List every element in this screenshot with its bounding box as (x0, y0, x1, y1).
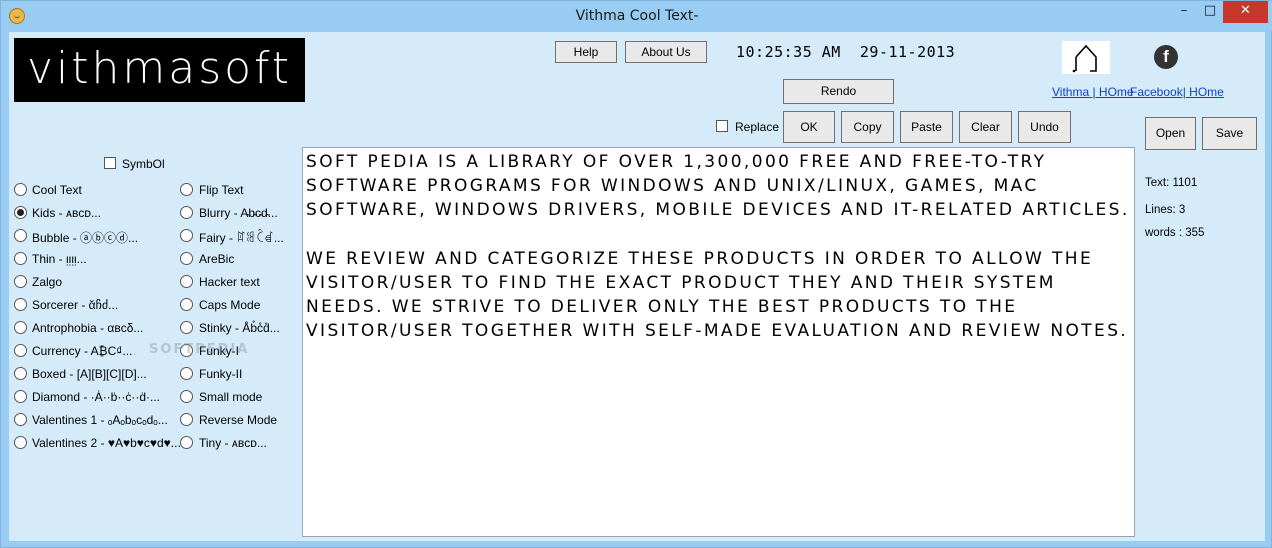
style-label: Stinky - Åb̊c̊d̊... (199, 321, 280, 335)
style-label: Caps Mode (199, 298, 261, 312)
open-button[interactable]: Open (1145, 117, 1196, 150)
style-radio-funky-2[interactable] (180, 367, 193, 380)
open-button-label: Open (1155, 126, 1186, 140)
copy-button-label: Copy (853, 120, 882, 134)
style-label: Fairy - ꍏꌃꉓꀸ... (199, 231, 284, 245)
facebook-icon[interactable]: f (1154, 45, 1178, 69)
style-radio-thin[interactable] (14, 252, 27, 265)
style-radio-valentines-2[interactable] (14, 436, 27, 449)
help-button[interactable]: Help (555, 41, 617, 63)
clock-display: 10:25:35 AM 29-11-2013 (736, 43, 955, 61)
style-radio-fairy[interactable] (180, 229, 193, 242)
minimize-button[interactable]: – (1171, 1, 1197, 23)
window-title: Vithma Cool Text- (575, 8, 699, 24)
vithma-home-link[interactable]: Vithma | HOme (1052, 85, 1134, 99)
style-label: Tiny - ᴀʙᴄᴅ... (199, 436, 267, 450)
style-label: Cool Text (32, 183, 82, 197)
lines-count: Lines: 3 (1145, 204, 1186, 216)
style-label: Currency - A₿C₫... (32, 344, 133, 358)
style-label: Antrophobia - αвcδ... (32, 321, 144, 335)
style-radio-tiny[interactable] (180, 436, 193, 449)
paste-button-label: Paste (911, 120, 942, 134)
clear-button[interactable]: Clear (959, 111, 1012, 143)
home-icon[interactable] (1062, 41, 1110, 74)
app-window: Vithma Cool Text- – □ ✕ vithmasoft Help … (0, 0, 1272, 548)
date-readout: 29-11-2013 (859, 43, 956, 61)
help-button-label: Help (573, 45, 599, 59)
copy-button[interactable]: Copy (841, 111, 894, 143)
undo-button-label: Undo (1030, 120, 1059, 134)
style-radio-caps-mode[interactable] (180, 298, 193, 311)
style-radio-boxed[interactable] (14, 367, 27, 380)
watermark: SOFTPEDIA (149, 342, 250, 357)
style-radio-small-mode[interactable] (180, 390, 193, 403)
style-radio-zalgo[interactable] (14, 275, 27, 288)
paste-button[interactable]: Paste (900, 111, 953, 143)
style-label: Thin - ᴉᴉᴉᴉ... (32, 252, 87, 266)
about-us-button[interactable]: About Us (625, 41, 707, 63)
style-label: Hacker text (199, 275, 260, 289)
facebook-home-link[interactable]: Facebook| HOme (1130, 85, 1224, 99)
client-area: vithmasoft Help About Us 10:25:35 AM 29-… (9, 32, 1265, 541)
style-radio-reverse-mode[interactable] (180, 413, 193, 426)
style-radio-flip-text[interactable] (180, 183, 193, 196)
style-label: Sorcerer - ᾰჩძ... (32, 298, 119, 312)
style-label: Bubble - ⓐⓑⓒⓓ... (32, 231, 139, 245)
style-radio-sorcerer[interactable] (14, 298, 27, 311)
style-label: Boxed - [A][B][C][D]... (32, 367, 147, 381)
style-radio-currency[interactable] (14, 344, 27, 357)
style-label: Valentines 1 - ₒAₒbₒcₒdₒ... (32, 413, 168, 427)
style-radio-arebic[interactable] (180, 252, 193, 265)
symbol-checkbox[interactable] (104, 157, 116, 169)
rendo-button-label: Rendo (820, 84, 857, 98)
style-label: Reverse Mode (199, 413, 278, 427)
time-readout: 10:25:35 AM (736, 43, 841, 61)
style-radio-cool-text[interactable] (14, 183, 27, 196)
text-editor[interactable]: SOFT PEDIA IS A LIBRARY OF OVER 1,300,00… (302, 147, 1135, 537)
style-label: Kids - ᴀʙᴄᴅ... (32, 206, 101, 220)
style-radio-bubble[interactable] (14, 229, 27, 242)
save-button-label: Save (1215, 126, 1244, 140)
style-label: Blurry - A̴b̴c̴d̴... (199, 206, 278, 220)
editor-content[interactable]: SOFT PEDIA IS A LIBRARY OF OVER 1,300,00… (306, 150, 1132, 344)
about-us-button-label: About Us (641, 45, 691, 59)
close-button[interactable]: ✕ (1223, 1, 1268, 23)
style-radio-hacker-text[interactable] (180, 275, 193, 288)
replace-checkbox[interactable] (716, 120, 728, 132)
clear-button-label: Clear (971, 120, 1000, 134)
text-count: Text: 1101 (1145, 177, 1198, 189)
vithmasoft-logo: vithmasoft (14, 38, 305, 102)
rendo-button[interactable]: Rendo (783, 79, 894, 104)
style-radio-stinky[interactable] (180, 321, 193, 334)
style-radio-blurry[interactable] (180, 206, 193, 219)
style-radio-diamond[interactable] (14, 390, 27, 403)
style-label: Diamond - ·Ȧ··ḃ··ċ··ḋ·... (32, 390, 161, 404)
title-bar[interactable]: Vithma Cool Text- – □ ✕ (1, 1, 1272, 31)
style-label: AreBic (199, 252, 235, 266)
style-radio-kids[interactable] (14, 206, 27, 219)
style-label: Funky-II (199, 367, 243, 381)
ok-button-label: OK (800, 120, 818, 134)
replace-label: Replace (735, 120, 780, 134)
style-label: Small mode (199, 390, 263, 404)
style-label: Valentines 2 - ♥A♥b♥c♥d♥... (32, 436, 181, 450)
style-label: Flip Text (199, 183, 244, 197)
style-radio-valentines-1[interactable] (14, 413, 27, 426)
style-label: Zalgo (32, 275, 63, 289)
symbol-label: SymbOl (122, 157, 165, 171)
maximize-button[interactable]: □ (1197, 1, 1223, 23)
save-button[interactable]: Save (1202, 117, 1257, 150)
style-radio-antrophobia[interactable] (14, 321, 27, 334)
undo-button[interactable]: Undo (1018, 111, 1071, 143)
ok-button[interactable]: OK (783, 111, 835, 143)
words-count: words : 355 (1145, 227, 1205, 239)
